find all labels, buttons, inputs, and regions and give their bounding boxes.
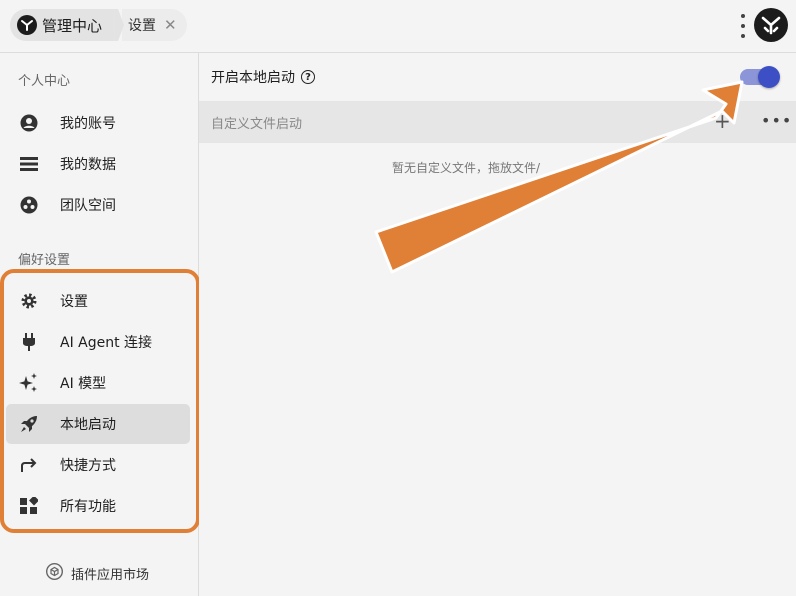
enable-local-launch-label: 开启本地启动 (211, 70, 295, 86)
sparkle-icon (18, 372, 40, 394)
help-icon[interactable]: ? (301, 70, 315, 84)
sidebar-item-label: 所有功能 (60, 499, 116, 515)
plugin-cube-icon (45, 562, 64, 584)
toggle-knob (758, 66, 780, 88)
sidebar-item-label: 设置 (60, 294, 88, 310)
section-title-preferences: 偏好设置 (18, 253, 71, 268)
gear-icon (18, 290, 40, 312)
tab-settings-label: 设置 (128, 18, 157, 34)
section-title-personal: 个人中心 (18, 74, 71, 89)
app-logo-icon (17, 15, 37, 35)
title-bar: 管理中心 设置 ✕ (0, 0, 796, 53)
tab-main-label: 管理中心 (42, 16, 103, 35)
sidebar-item-settings[interactable]: 设置 (6, 281, 190, 321)
sidebar-item-shortcuts[interactable]: 快捷方式 (6, 445, 190, 485)
tab-management-center[interactable]: 管理中心 (10, 9, 115, 41)
sidebar-item-my-account[interactable]: 我的账号 (6, 103, 190, 143)
app-logo-button[interactable] (754, 8, 788, 42)
sidebar-item-ai-model[interactable]: AI 模型 (6, 363, 190, 403)
share-arrow-icon (18, 454, 40, 476)
widgets-icon (18, 495, 40, 517)
more-options-icon[interactable]: ••• (761, 111, 792, 131)
custom-file-launch-row: 自定义文件启动 + ••• (199, 101, 796, 143)
sidebar-item-ai-agent[interactable]: AI Agent 连接 (6, 322, 190, 362)
breadcrumb: 管理中心 设置 ✕ (10, 9, 187, 41)
plugin-market-link[interactable]: 插件应用市场 (45, 562, 150, 584)
local-launch-toggle[interactable] (740, 66, 780, 88)
more-menu-icon[interactable] (738, 14, 748, 38)
sidebar-item-label: 本地启动 (60, 417, 116, 433)
main-panel: 开启本地启动 ? 自定义文件启动 + ••• 暂无自定义文件，拖放文件/ (199, 53, 796, 596)
sidebar-item-label: 我的账号 (60, 116, 116, 132)
sidebar-item-label: AI Agent 连接 (60, 335, 153, 351)
sidebar: 个人中心 我的账号 我的数据 团队空间 偏好设置 设置 AI Agent 连接 (0, 53, 200, 596)
rocket-icon (18, 413, 40, 435)
close-icon[interactable]: ✕ (164, 17, 177, 33)
data-list-icon (18, 153, 40, 175)
local-launch-setting-row: 开启本地启动 ? (199, 53, 796, 101)
plug-icon (18, 331, 40, 353)
sidebar-item-label: AI 模型 (60, 376, 107, 392)
team-icon (18, 194, 40, 216)
sidebar-item-local-launch[interactable]: 本地启动 (6, 404, 190, 444)
sidebar-item-my-data[interactable]: 我的数据 (6, 144, 190, 184)
add-icon[interactable]: + (714, 111, 731, 131)
sidebar-item-label: 快捷方式 (60, 458, 116, 474)
sidebar-item-team-space[interactable]: 团队空间 (6, 185, 190, 225)
sidebar-item-label: 团队空间 (60, 198, 116, 214)
sidebar-item-label: 我的数据 (60, 157, 116, 173)
plugin-market-label: 插件应用市场 (71, 568, 150, 583)
account-circle-icon (18, 112, 40, 134)
sidebar-item-all-features[interactable]: 所有功能 (6, 486, 190, 526)
custom-file-launch-label: 自定义文件启动 (211, 116, 303, 132)
tab-settings[interactable]: 设置 ✕ (122, 9, 187, 41)
empty-state-text: 暂无自定义文件，拖放文件/ (392, 161, 541, 175)
